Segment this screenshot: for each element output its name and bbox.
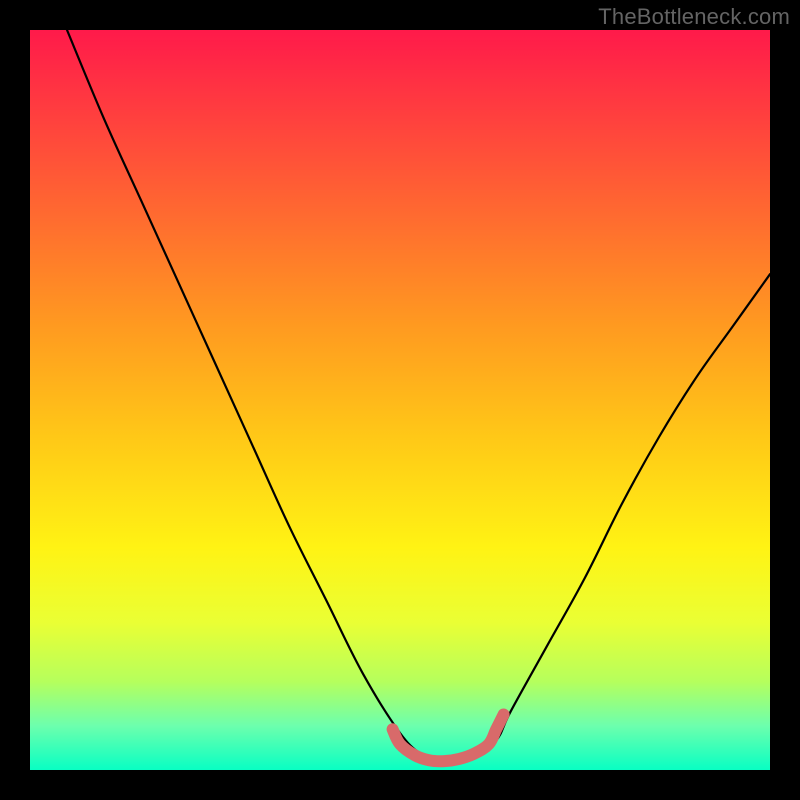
watermark-label: TheBottleneck.com [598, 4, 790, 30]
plot-area [30, 30, 770, 770]
chart-frame: TheBottleneck.com [0, 0, 800, 800]
bottleneck-curve-path [67, 30, 770, 764]
curve-svg [30, 30, 770, 770]
optimal-range-path [393, 715, 504, 762]
